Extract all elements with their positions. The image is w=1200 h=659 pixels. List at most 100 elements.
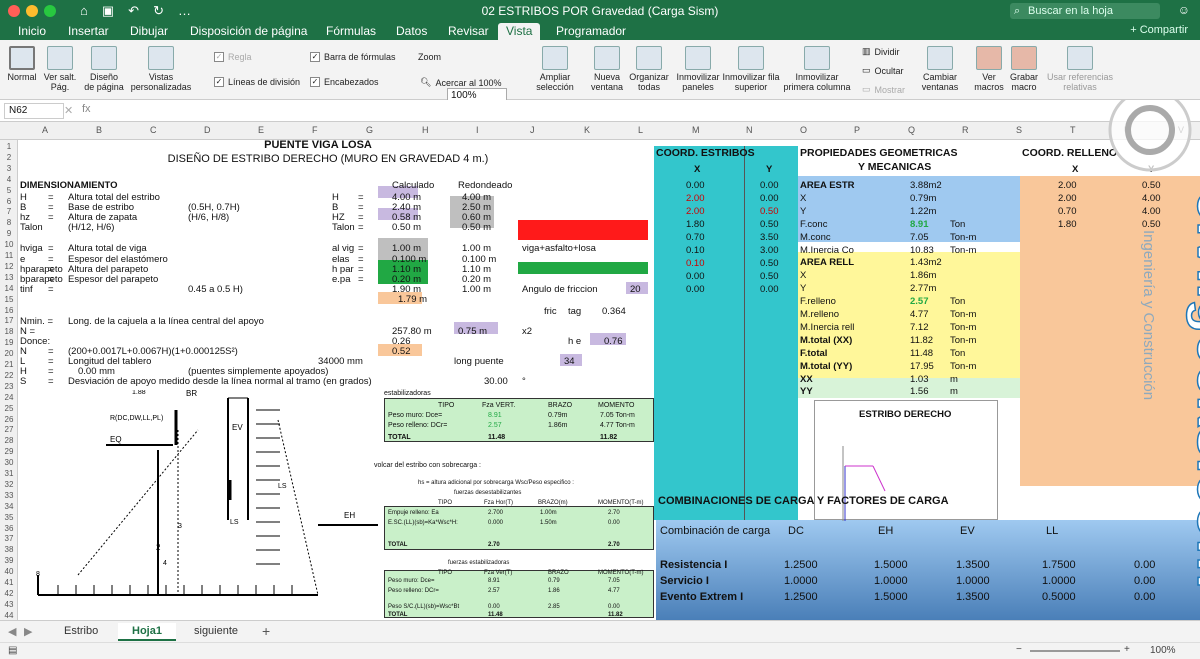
- tab-datos[interactable]: Datos: [388, 23, 435, 40]
- zoom-selection-button[interactable]: Ampliar selección: [530, 46, 580, 92]
- column-header[interactable]: A: [42, 125, 48, 135]
- switch-windows-button[interactable]: Cambiar ventanas: [916, 46, 964, 92]
- hide-button[interactable]: ▭ Ocultar: [862, 65, 904, 76]
- freeze-top-row-button[interactable]: Inmovilizar fila superior: [722, 46, 780, 92]
- row-header[interactable]: 22: [0, 371, 18, 380]
- user-icon[interactable]: ☺: [1178, 3, 1190, 17]
- tab-vista[interactable]: Vista: [498, 23, 541, 40]
- row-header[interactable]: 18: [0, 327, 18, 336]
- column-header[interactable]: U: [1124, 125, 1131, 135]
- column-header[interactable]: D: [204, 125, 211, 135]
- freeze-first-col-button[interactable]: Inmovilizar primera columna: [780, 46, 854, 92]
- column-header[interactable]: L: [638, 125, 643, 135]
- prev-sheet-icon[interactable]: ◀: [8, 625, 16, 638]
- next-sheet-icon[interactable]: ▶: [24, 625, 32, 638]
- row-header[interactable]: 6: [0, 197, 18, 206]
- row-header[interactable]: 4: [0, 175, 18, 184]
- row-header[interactable]: 5: [0, 186, 18, 195]
- relative-refs-button[interactable]: Usar referencias relativas: [1044, 46, 1116, 92]
- row-header[interactable]: 2: [0, 153, 18, 162]
- row-header[interactable]: 25: [0, 404, 18, 413]
- page-break-view-button[interactable]: Ver salt. Pág.: [42, 46, 78, 92]
- row-header[interactable]: 21: [0, 360, 18, 369]
- cancel-icon[interactable]: ✕: [64, 104, 73, 117]
- row-header[interactable]: 34: [0, 502, 18, 511]
- row-header[interactable]: 29: [0, 447, 18, 456]
- row-header[interactable]: 26: [0, 415, 18, 424]
- tab-dibujar[interactable]: Dibujar: [122, 23, 176, 40]
- tab-inicio[interactable]: Inicio: [10, 23, 54, 40]
- row-header[interactable]: 8: [0, 218, 18, 227]
- tab-revisar[interactable]: Revisar: [440, 23, 497, 40]
- column-header[interactable]: E: [258, 125, 264, 135]
- headings-checkbox[interactable]: ✓ Encabezados: [310, 77, 379, 87]
- row-header[interactable]: 40: [0, 567, 18, 576]
- column-header[interactable]: T: [1070, 125, 1076, 135]
- zoom-plus-button[interactable]: +: [1124, 644, 1130, 655]
- row-header[interactable]: 14: [0, 284, 18, 293]
- column-header[interactable]: H: [422, 125, 429, 135]
- row-header[interactable]: 16: [0, 306, 18, 315]
- fx-icon[interactable]: fx: [82, 103, 91, 115]
- row-header[interactable]: 1: [0, 142, 18, 151]
- row-header[interactable]: 33: [0, 491, 18, 500]
- row-header[interactable]: 37: [0, 534, 18, 543]
- row-header[interactable]: 28: [0, 436, 18, 445]
- tab-insertar[interactable]: Insertar: [60, 23, 117, 40]
- row-header[interactable]: 7: [0, 207, 18, 216]
- column-header[interactable]: G: [366, 125, 373, 135]
- sheet-tab-hoja1[interactable]: Hoja1: [118, 623, 176, 641]
- row-header[interactable]: 31: [0, 469, 18, 478]
- add-sheet-icon[interactable]: +: [262, 623, 270, 639]
- share-button[interactable]: + Compartir: [1130, 24, 1188, 36]
- row-header[interactable]: 38: [0, 545, 18, 554]
- column-header[interactable]: I: [476, 125, 479, 135]
- page-layout-button[interactable]: Diseño de página: [84, 46, 124, 92]
- column-header[interactable]: S: [1016, 125, 1022, 135]
- column-header[interactable]: O: [800, 125, 807, 135]
- row-header[interactable]: 17: [0, 316, 18, 325]
- row-header[interactable]: 44: [0, 611, 18, 620]
- column-header[interactable]: B: [96, 125, 102, 135]
- sheet-tab-siguiente[interactable]: siguiente: [180, 623, 252, 639]
- row-header[interactable]: 23: [0, 382, 18, 391]
- freeze-panes-button[interactable]: Inmovilizar paneles: [672, 46, 724, 92]
- row-header[interactable]: 15: [0, 295, 18, 304]
- column-header[interactable]: Q: [908, 125, 915, 135]
- custom-views-button[interactable]: Vistas personalizadas: [128, 46, 194, 92]
- split-button[interactable]: ▥ Dividir: [862, 46, 900, 57]
- tab-programador[interactable]: Programador: [548, 23, 634, 40]
- row-header[interactable]: 24: [0, 393, 18, 402]
- zoom-slider[interactable]: [1030, 650, 1120, 652]
- row-header[interactable]: 19: [0, 338, 18, 347]
- normal-view-button[interactable]: Normal: [4, 46, 40, 82]
- name-box[interactable]: N62: [4, 103, 64, 119]
- column-header[interactable]: F: [312, 125, 318, 135]
- sheet-tab-estribo[interactable]: Estribo: [50, 623, 112, 639]
- row-header[interactable]: 41: [0, 578, 18, 587]
- row-header[interactable]: 27: [0, 425, 18, 434]
- row-header[interactable]: 10: [0, 240, 18, 249]
- unhide-button[interactable]: ▭ Mostrar: [862, 84, 905, 95]
- column-header[interactable]: C: [150, 125, 157, 135]
- tab-formulas[interactable]: Fórmulas: [318, 23, 384, 40]
- row-header[interactable]: 11: [0, 251, 18, 260]
- row-header[interactable]: 42: [0, 589, 18, 598]
- gridlines-checkbox[interactable]: ✓ Líneas de división: [214, 77, 300, 87]
- row-header[interactable]: 12: [0, 262, 18, 271]
- row-header[interactable]: 30: [0, 458, 18, 467]
- worksheet-grid[interactable]: ESTRIBO DERECHO PUENTE VIGA LOSA DISEÑO D…: [18, 140, 1200, 620]
- row-header[interactable]: 36: [0, 524, 18, 533]
- row-header[interactable]: 43: [0, 600, 18, 609]
- row-header[interactable]: 32: [0, 480, 18, 489]
- row-header[interactable]: 13: [0, 273, 18, 282]
- zoom-100-button[interactable]: 🔍︎ Acercar al 100%: [420, 77, 501, 88]
- ruler-checkbox[interactable]: ✓ Regla: [214, 52, 252, 62]
- row-header[interactable]: 39: [0, 556, 18, 565]
- new-window-button[interactable]: Nueva ventana: [588, 46, 626, 92]
- column-header[interactable]: R: [962, 125, 969, 135]
- column-header[interactable]: K: [584, 125, 590, 135]
- column-header[interactable]: P: [854, 125, 860, 135]
- arrange-all-button[interactable]: Organizar todas: [626, 46, 672, 92]
- zoom-minus-button[interactable]: −: [1016, 644, 1022, 655]
